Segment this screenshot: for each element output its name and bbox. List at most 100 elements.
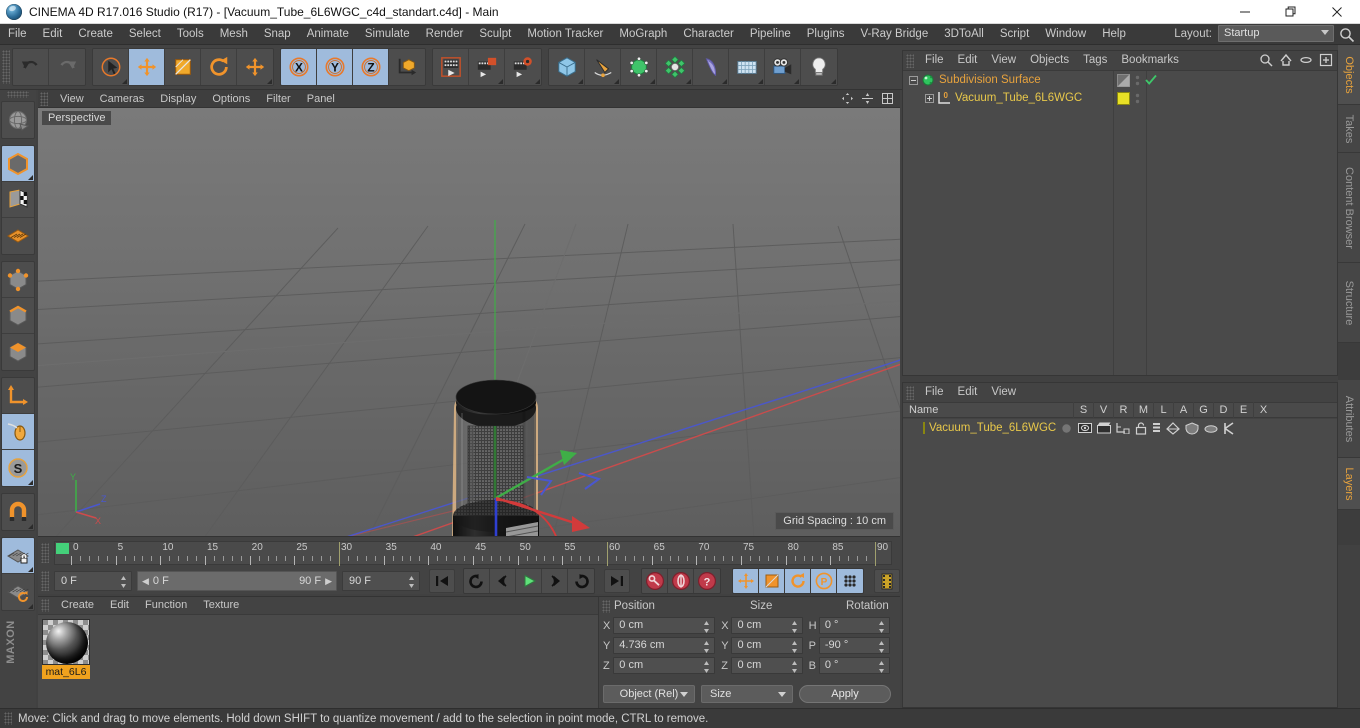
redo-button[interactable] <box>49 49 85 85</box>
undo-button[interactable] <box>13 49 49 85</box>
viewport-menu-filter[interactable]: Filter <box>258 90 298 108</box>
left-toolbar-grip[interactable] <box>7 91 29 98</box>
scale-tool-button[interactable] <box>165 49 201 85</box>
key-pla-button[interactable]: P <box>811 569 837 593</box>
layer-color-swatch[interactable] <box>923 422 925 434</box>
collapse-toggle-icon[interactable] <box>909 75 918 85</box>
menu-item-help[interactable]: Help <box>1094 24 1134 45</box>
key-scale-button[interactable] <box>759 569 785 593</box>
expand-toggle-icon[interactable] <box>925 93 934 103</box>
spinner-icon[interactable] <box>703 640 710 654</box>
column-header-l[interactable]: L <box>1153 402 1173 418</box>
manager-tree-icon[interactable] <box>1116 422 1130 434</box>
object-tree[interactable]: Subdivision Surface 0 Vacuum_Tube_6L6WGC <box>903 70 1337 375</box>
material-menu-function[interactable]: Function <box>137 597 195 614</box>
scene-floor-button[interactable] <box>729 49 765 85</box>
menu-item-script[interactable]: Script <box>992 24 1037 45</box>
material-menu-texture[interactable]: Texture <box>195 597 247 614</box>
size-mode-dropdown[interactable]: Size <box>701 685 793 703</box>
vertical-tab-attributes[interactable]: Attributes <box>1338 380 1360 458</box>
object-row-subdivision-surface[interactable]: Subdivision Surface <box>903 71 1337 89</box>
menu-item-edit[interactable]: Edit <box>35 24 71 45</box>
enabled-check-icon[interactable] <box>1145 74 1157 86</box>
minimize-button[interactable] <box>1222 0 1268 24</box>
primitive-cube-button[interactable] <box>549 49 585 85</box>
material-list[interactable]: mat_6L6 <box>38 614 598 708</box>
render-view-button[interactable] <box>433 49 469 85</box>
loop-button[interactable] <box>568 569 594 593</box>
visibility-dots-icon[interactable] <box>1135 74 1140 87</box>
keyframe-selection-button[interactable]: ? <box>694 569 720 593</box>
object-menu-view[interactable]: View <box>984 51 1023 70</box>
spinner-icon[interactable] <box>703 620 710 634</box>
column-header-a[interactable]: A <box>1173 402 1193 418</box>
goto-end-button[interactable] <box>604 569 630 593</box>
object-axis-button[interactable] <box>2 378 34 414</box>
object-menu-tags[interactable]: Tags <box>1076 51 1114 70</box>
menu-item-motion-tracker[interactable]: Motion Tracker <box>519 24 611 45</box>
column-header-e[interactable]: E <box>1233 402 1253 418</box>
spinner-icon[interactable] <box>408 575 415 589</box>
apply-button[interactable]: Apply <box>799 685 891 703</box>
deformer-bend-button[interactable] <box>693 49 729 85</box>
workplane-mode-button[interactable] <box>2 218 34 254</box>
pan-icon[interactable] <box>841 92 854 105</box>
tag-placeholder-icon[interactable] <box>1117 73 1130 87</box>
menu-item-render[interactable]: Render <box>418 24 472 45</box>
coordinates-field-position-z[interactable]: 0 cm <box>613 657 716 674</box>
rotate-tool-button[interactable] <box>201 49 237 85</box>
object-menu-file[interactable]: File <box>918 51 951 70</box>
nurbs-generator-button[interactable] <box>621 49 657 85</box>
coordinates-field-rotation-p[interactable]: -90 ° <box>818 637 890 654</box>
menu-item-sculpt[interactable]: Sculpt <box>471 24 519 45</box>
menu-item-select[interactable]: Select <box>121 24 169 45</box>
record-keyframe-button[interactable] <box>642 569 668 593</box>
coordinates-field-position-x[interactable]: 0 cm <box>613 617 716 634</box>
column-header-g[interactable]: G <box>1193 402 1213 418</box>
move-tool-button[interactable] <box>129 49 165 85</box>
vertical-tab-takes[interactable]: Takes <box>1338 105 1360 153</box>
menu-item-tools[interactable]: Tools <box>169 24 212 45</box>
zoom-icon[interactable] <box>861 92 874 105</box>
visibility-dots-icon[interactable] <box>1135 92 1140 105</box>
menu-search-icon[interactable] <box>1338 26 1356 44</box>
vertical-tab-content-browser[interactable]: Content Browser <box>1338 153 1360 263</box>
axis-y-button[interactable]: Y <box>317 49 353 85</box>
spinner-icon[interactable] <box>791 620 798 634</box>
render-region-button[interactable] <box>469 49 505 85</box>
lock-icon[interactable] <box>1135 421 1147 435</box>
object-manager-grip[interactable] <box>906 53 914 68</box>
3d-viewport[interactable]: Perspective Grid Spacing : 10 cm Y Z X <box>38 108 900 536</box>
coordinates-field-size-z[interactable]: 0 cm <box>731 657 803 674</box>
menu-item-create[interactable]: Create <box>70 24 121 45</box>
object-row-vacuum-tube[interactable]: 0 Vacuum_Tube_6L6WGC <box>903 89 1337 107</box>
key-rotation-button[interactable] <box>785 569 811 593</box>
layer-rows[interactable]: Vacuum_Tube_6L6WGC <box>903 419 1337 707</box>
timeline-grip[interactable] <box>41 543 49 563</box>
move-alt-button[interactable] <box>237 49 273 85</box>
vertical-tab-structure[interactable]: Structure <box>1338 263 1360 343</box>
column-header-x[interactable]: X <box>1253 402 1273 418</box>
range-end-arrow-icon[interactable]: ▶ <box>325 576 332 587</box>
plus-box-icon[interactable] <box>1319 53 1333 67</box>
spline-pen-button[interactable] <box>585 49 621 85</box>
light-button[interactable] <box>801 49 837 85</box>
expression-icon[interactable] <box>1204 422 1218 435</box>
viewport-navigation-button[interactable] <box>2 102 34 138</box>
column-header-d[interactable]: D <box>1213 402 1233 418</box>
layer-manager-grip[interactable] <box>906 385 914 400</box>
viewport-menu-view[interactable]: View <box>52 90 92 108</box>
material-thumbnail[interactable] <box>42 619 90 665</box>
axis-x-button[interactable]: X <box>281 49 317 85</box>
menu-item-character[interactable]: Character <box>675 24 742 45</box>
play-reverse-button[interactable] <box>464 569 490 593</box>
viewport-menu-panel[interactable]: Panel <box>299 90 343 108</box>
array-button[interactable] <box>657 49 693 85</box>
layout-dropdown[interactable]: Startup <box>1218 25 1334 42</box>
close-button[interactable] <box>1314 0 1360 24</box>
viewport-menu-grip[interactable] <box>40 91 48 106</box>
render-clapper-icon[interactable] <box>1097 422 1112 434</box>
deformer-shield-icon[interactable] <box>1185 421 1199 435</box>
object-menu-edit[interactable]: Edit <box>951 51 985 70</box>
object-menu-bookmarks[interactable]: Bookmarks <box>1114 51 1186 70</box>
